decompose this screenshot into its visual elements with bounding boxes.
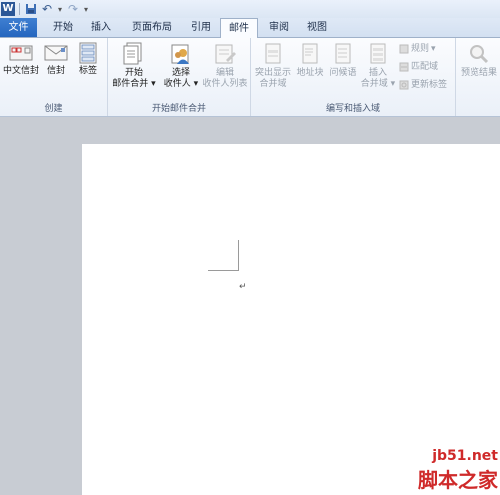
customize-toolbar-icon[interactable]: ▾ (82, 2, 90, 16)
word-app-icon[interactable]: W (1, 2, 15, 16)
start-mail-merge-label-1: 开始 (124, 68, 143, 78)
title-bar: W ↶ ▾ ↷ ▾ (0, 0, 500, 18)
insert-merge-field-label-1: 插入 (368, 68, 387, 78)
highlight-merge-fields-button[interactable]: 突出显示 合并域 (253, 42, 293, 90)
labels-button[interactable]: 标签 (74, 42, 102, 77)
highlight-merge-fields-label-1: 突出显示 (254, 68, 291, 78)
tab-view[interactable]: 视图 (300, 18, 334, 37)
chinese-envelope-button[interactable]: 中文信封 (2, 42, 40, 77)
chinese-envelope-label: 中文信封 (2, 66, 39, 76)
select-recipients-label-1: 选择 (171, 68, 190, 78)
select-recipients-icon (171, 44, 189, 64)
select-recipients-button[interactable]: 选择 收件人 ▾ (160, 42, 202, 90)
update-labels-label: 更新标签 (411, 80, 448, 90)
envelope-icon (44, 45, 68, 61)
margin-corner-marker (208, 240, 239, 271)
document-area: ↵ jb51.net 脚本之家 (0, 117, 500, 495)
quick-access-toolbar: W ↶ ▾ ↷ ▾ (0, 0, 90, 18)
match-fields-icon (399, 62, 409, 72)
insert-merge-field-label-2: 合并域 (360, 79, 388, 89)
preview-results-label: 预览结果 (460, 68, 497, 78)
magnifier-icon (470, 45, 489, 64)
ribbon: 中文信封 信封 标签 创建 开始 邮件合并 ▾ 选择 收件人 ▾ 编辑 收件人列… (0, 38, 500, 117)
tab-page-layout[interactable]: 页面布局 (124, 18, 180, 37)
group-preview-results: 预览结果 (456, 38, 500, 116)
redo-icon[interactable]: ↷ (66, 2, 80, 16)
edit-recipient-list-icon (215, 44, 236, 64)
greeting-line-button[interactable]: 问候语 (327, 42, 359, 79)
insert-merge-field-icon (370, 43, 386, 64)
highlight-merge-fields-label-2: 合并域 (259, 79, 287, 89)
save-icon[interactable] (24, 2, 38, 16)
greeting-line-label: 问候语 (329, 68, 357, 78)
rules-label: 规则 (411, 44, 430, 54)
ribbon-tab-bar: 文件 开始 插入 页面布局 引用 邮件 审阅 视图 (0, 18, 500, 39)
address-block-icon (302, 43, 318, 64)
divider (19, 3, 20, 15)
tab-mailings[interactable]: 邮件 (220, 18, 258, 39)
group-write-insert-fields: 突出显示 合并域 地址块 问候语 插入 合并域 ▾ 规则 ▾ 匹配域 更新标签 编… (251, 38, 456, 116)
envelopes-label: 信封 (46, 66, 65, 76)
chinese-envelope-icon (9, 45, 33, 61)
match-fields-label: 匹配域 (411, 62, 439, 72)
group-label-create: 创建 (44, 104, 63, 114)
group-start-mail-merge: 开始 邮件合并 ▾ 选择 收件人 ▾ 编辑 收件人列表 开始邮件合并 (108, 38, 251, 116)
tab-file[interactable]: 文件 (0, 18, 37, 37)
insert-merge-field-button[interactable]: 插入 合并域 ▾ (359, 42, 397, 90)
edit-recipient-list-button[interactable]: 编辑 收件人列表 (202, 42, 248, 90)
preview-results-button[interactable]: 预览结果 (458, 42, 500, 79)
tab-insert[interactable]: 插入 (84, 18, 118, 37)
address-block-button[interactable]: 地址块 (294, 42, 326, 79)
start-mail-merge-label-2: 邮件合并 (112, 79, 149, 89)
dropdown-arrow-icon: ▾ (190, 79, 199, 89)
start-mail-merge-icon (123, 42, 142, 65)
watermark-domain: jb51.net (432, 448, 498, 464)
group-label-start-mail-merge: 开始邮件合并 (151, 104, 206, 114)
dropdown-arrow-icon: ▾ (431, 44, 436, 54)
select-recipients-label-2: 收件人 (163, 79, 191, 89)
greeting-line-icon (335, 43, 351, 64)
paragraph-mark: ↵ (239, 282, 247, 292)
rules-icon (399, 44, 409, 54)
document-page[interactable]: ↵ (82, 144, 500, 495)
tab-review[interactable]: 审阅 (262, 18, 296, 37)
labels-icon (79, 42, 97, 64)
tab-references[interactable]: 引用 (184, 18, 218, 37)
update-labels-icon (399, 80, 409, 90)
group-create: 中文信封 信封 标签 创建 (0, 38, 108, 116)
edit-recipient-list-label-1: 编辑 (215, 68, 234, 78)
highlight-merge-fields-icon (265, 43, 281, 64)
start-mail-merge-button[interactable]: 开始 邮件合并 ▾ (110, 42, 158, 90)
rules-button[interactable]: 规则 ▾ (399, 42, 436, 56)
envelopes-button[interactable]: 信封 (42, 42, 70, 77)
dropdown-arrow-icon: ▾ (387, 79, 396, 89)
watermark-site-name: 脚本之家 (418, 468, 498, 492)
dropdown-icon[interactable]: ▾ (56, 2, 64, 16)
edit-recipient-list-label-2: 收件人列表 (202, 79, 248, 89)
address-block-label: 地址块 (296, 68, 324, 78)
site-watermark: jb51.net 脚本之家 (418, 448, 498, 493)
labels-label: 标签 (78, 66, 97, 76)
dropdown-arrow-icon: ▾ (148, 79, 156, 89)
match-fields-button[interactable]: 匹配域 (399, 60, 438, 74)
undo-icon[interactable]: ↶ (40, 2, 54, 16)
tab-home[interactable]: 开始 (46, 18, 80, 37)
update-labels-button[interactable]: 更新标签 (399, 78, 447, 92)
group-label-write-insert-fields: 编写和插入域 (325, 104, 380, 114)
